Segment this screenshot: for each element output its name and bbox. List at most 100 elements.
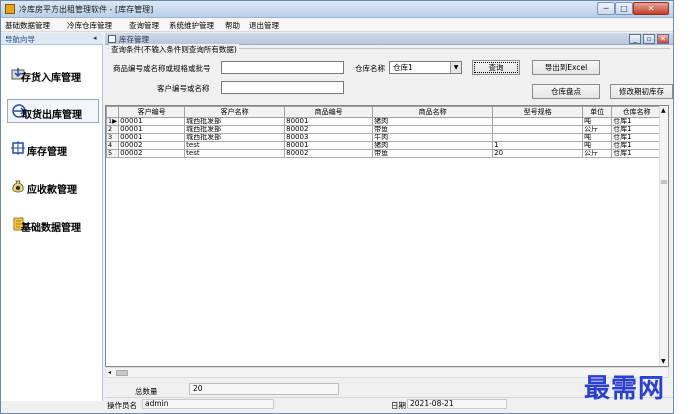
table-cell[interactable]: test bbox=[184, 149, 286, 158]
inventory-check-button[interactable]: 仓库盘点 bbox=[532, 84, 600, 99]
child-minimize-button[interactable]: _ bbox=[629, 34, 641, 44]
customer-label: 客户编号或名称 bbox=[157, 84, 210, 93]
menu-help[interactable]: 帮助 bbox=[225, 20, 240, 31]
menu-system[interactable]: 系统维护管理 bbox=[169, 20, 214, 31]
scroll-up-icon[interactable]: ▲ bbox=[661, 107, 666, 114]
child-close-button[interactable]: ✕ bbox=[657, 34, 669, 44]
scrollbar-thumb[interactable] bbox=[661, 180, 667, 184]
chevron-down-icon[interactable]: ▼ bbox=[450, 62, 461, 73]
table-cell[interactable]: 带鱼 bbox=[372, 125, 494, 134]
column-header[interactable]: 商品名称 bbox=[372, 106, 494, 118]
table-cell[interactable]: 80001 bbox=[284, 141, 374, 150]
table-cell[interactable]: 仓库1 bbox=[611, 149, 663, 158]
table-cell[interactable]: 猪肉 bbox=[372, 141, 494, 150]
table-cell[interactable]: 00001 bbox=[118, 117, 186, 126]
menu-bar: 基础数据管理 冷库仓库管理 查询管理 系统维护管理 帮助 退出管理 bbox=[1, 18, 673, 32]
table-cell[interactable]: 吨 bbox=[582, 133, 613, 142]
table-cell[interactable] bbox=[492, 125, 584, 134]
money-bag-icon bbox=[12, 180, 24, 193]
nav-header: 导航向导 ◂ bbox=[1, 33, 103, 45]
row-number: 1▶ bbox=[106, 117, 120, 126]
table-cell[interactable]: 城西批发部 bbox=[184, 117, 286, 126]
scrollbar-thumb[interactable] bbox=[116, 370, 128, 376]
nav-item-inventory[interactable]: 库存管理 bbox=[7, 137, 99, 161]
product-search-input[interactable] bbox=[221, 61, 344, 74]
warehouse-label: 仓库名称 bbox=[355, 64, 385, 73]
nav-item-label: 库存管理 bbox=[27, 147, 67, 158]
table-cell[interactable]: 仓库1 bbox=[611, 117, 663, 126]
watermark: 最需网 bbox=[584, 374, 666, 404]
nav-item-outbound[interactable]: 取货出库管理 bbox=[7, 99, 99, 123]
total-quantity-label: 总数量 bbox=[135, 387, 158, 396]
table-cell[interactable]: 1 bbox=[492, 141, 584, 150]
menu-exit[interactable]: 退出管理 bbox=[249, 20, 279, 31]
table-row[interactable]: 2 00001 城西批发部 80002 带鱼 公斤 仓库1 bbox=[106, 125, 663, 134]
table-cell[interactable]: 80003 bbox=[284, 133, 374, 142]
export-excel-button[interactable]: 导出到Excel bbox=[532, 60, 600, 75]
inventory-table: 客户编号 客户名称 商品编号 商品名称 型号规格 单位 仓库名称 1▶ 0000… bbox=[106, 106, 663, 158]
menu-warehouse[interactable]: 冷库仓库管理 bbox=[67, 20, 112, 31]
table-cell[interactable]: 00001 bbox=[118, 125, 186, 134]
table-cell[interactable]: 80002 bbox=[284, 125, 374, 134]
table-cell[interactable] bbox=[492, 117, 584, 126]
table-cell[interactable]: 仓库1 bbox=[611, 125, 663, 134]
table-cell[interactable]: 80001 bbox=[284, 117, 374, 126]
nav-item-basic-data[interactable]: 基础数据管理 bbox=[7, 213, 99, 237]
column-header[interactable]: 客户名称 bbox=[184, 106, 286, 118]
close-button[interactable]: ✕ bbox=[633, 2, 669, 15]
main-window: 冷库房平方出租管理软件 - [库存管理] ─ □ ✕ 基础数据管理 冷库仓库管理… bbox=[0, 0, 674, 414]
table-cell[interactable]: 80002 bbox=[284, 149, 374, 158]
table-cell[interactable]: 吨 bbox=[582, 117, 613, 126]
table-cell[interactable]: test bbox=[184, 141, 286, 150]
table-row[interactable]: 4 00002 test 80001 猪肉 1 吨 仓库1 bbox=[106, 141, 663, 150]
table-cell[interactable]: 城西批发部 bbox=[184, 125, 286, 134]
app-icon bbox=[5, 4, 15, 14]
row-number: 5 bbox=[106, 149, 120, 158]
table-row[interactable]: 3 00001 城西批发部 80003 牛肉 吨 仓库1 bbox=[106, 133, 663, 142]
column-header[interactable]: 客户编号 bbox=[118, 106, 186, 118]
table-row[interactable]: 1▶ 00001 城西批发部 80001 猪肉 吨 仓库1 bbox=[106, 117, 663, 126]
vertical-scrollbar[interactable]: ▲ ▼ bbox=[659, 106, 668, 366]
child-restore-button[interactable]: ▫ bbox=[643, 34, 655, 44]
nav-item-receivables[interactable]: 应收款管理 bbox=[7, 175, 99, 199]
modify-opening-stock-button[interactable]: 修改期初库存 bbox=[610, 84, 673, 99]
column-header[interactable]: 型号规格 bbox=[492, 106, 584, 118]
table-cell[interactable] bbox=[492, 133, 584, 142]
table-cell[interactable]: 00002 bbox=[118, 149, 186, 158]
table-cell[interactable]: 牛肉 bbox=[372, 133, 494, 142]
row-number: 4 bbox=[106, 141, 120, 150]
nav-item-label: 存货入库管理 bbox=[21, 73, 81, 84]
table-cell[interactable]: 仓库1 bbox=[611, 141, 663, 150]
query-button[interactable]: 查询 bbox=[472, 60, 520, 75]
minimize-button[interactable]: ─ bbox=[597, 2, 615, 15]
column-header[interactable]: 商品编号 bbox=[284, 106, 374, 118]
table-cell[interactable]: 猪肉 bbox=[372, 117, 494, 126]
scroll-left-icon[interactable]: ◂ bbox=[108, 369, 111, 376]
table-cell[interactable]: 公斤 bbox=[582, 149, 613, 158]
scroll-down-icon[interactable]: ▼ bbox=[661, 358, 666, 365]
warehouse-select[interactable]: 仓库1 ▼ bbox=[389, 61, 462, 74]
menu-query[interactable]: 查询管理 bbox=[129, 20, 159, 31]
operator-label: 操作员名 bbox=[107, 401, 137, 410]
row-number: 2 bbox=[106, 125, 120, 134]
maximize-button[interactable]: □ bbox=[615, 2, 633, 15]
table-cell[interactable]: 城西批发部 bbox=[184, 133, 286, 142]
inventory-grid[interactable]: 客户编号 客户名称 商品编号 商品名称 型号规格 单位 仓库名称 1▶ 0000… bbox=[105, 105, 669, 367]
table-cell[interactable]: 带鱼 bbox=[372, 149, 494, 158]
row-header-corner bbox=[106, 106, 120, 118]
customer-search-input[interactable] bbox=[221, 81, 344, 94]
column-header[interactable]: 单位 bbox=[582, 106, 613, 118]
date-value: 2021-08-21 bbox=[407, 399, 507, 409]
column-header[interactable]: 仓库名称 bbox=[611, 106, 663, 118]
table-cell[interactable]: 公斤 bbox=[582, 125, 613, 134]
table-cell[interactable]: 仓库1 bbox=[611, 133, 663, 142]
menu-basic-data[interactable]: 基础数据管理 bbox=[5, 20, 50, 31]
nav-collapse-icon[interactable]: ◂ bbox=[93, 34, 97, 42]
table-cell[interactable]: 00002 bbox=[118, 141, 186, 150]
table-cell[interactable]: 20 bbox=[492, 149, 584, 158]
nav-item-label: 应收款管理 bbox=[27, 185, 77, 196]
table-cell[interactable]: 吨 bbox=[582, 141, 613, 150]
table-row[interactable]: 5 00002 test 80002 带鱼 20 公斤 仓库1 bbox=[106, 149, 663, 158]
table-cell[interactable]: 00001 bbox=[118, 133, 186, 142]
nav-item-inbound[interactable]: 存货入库管理 bbox=[7, 63, 99, 87]
